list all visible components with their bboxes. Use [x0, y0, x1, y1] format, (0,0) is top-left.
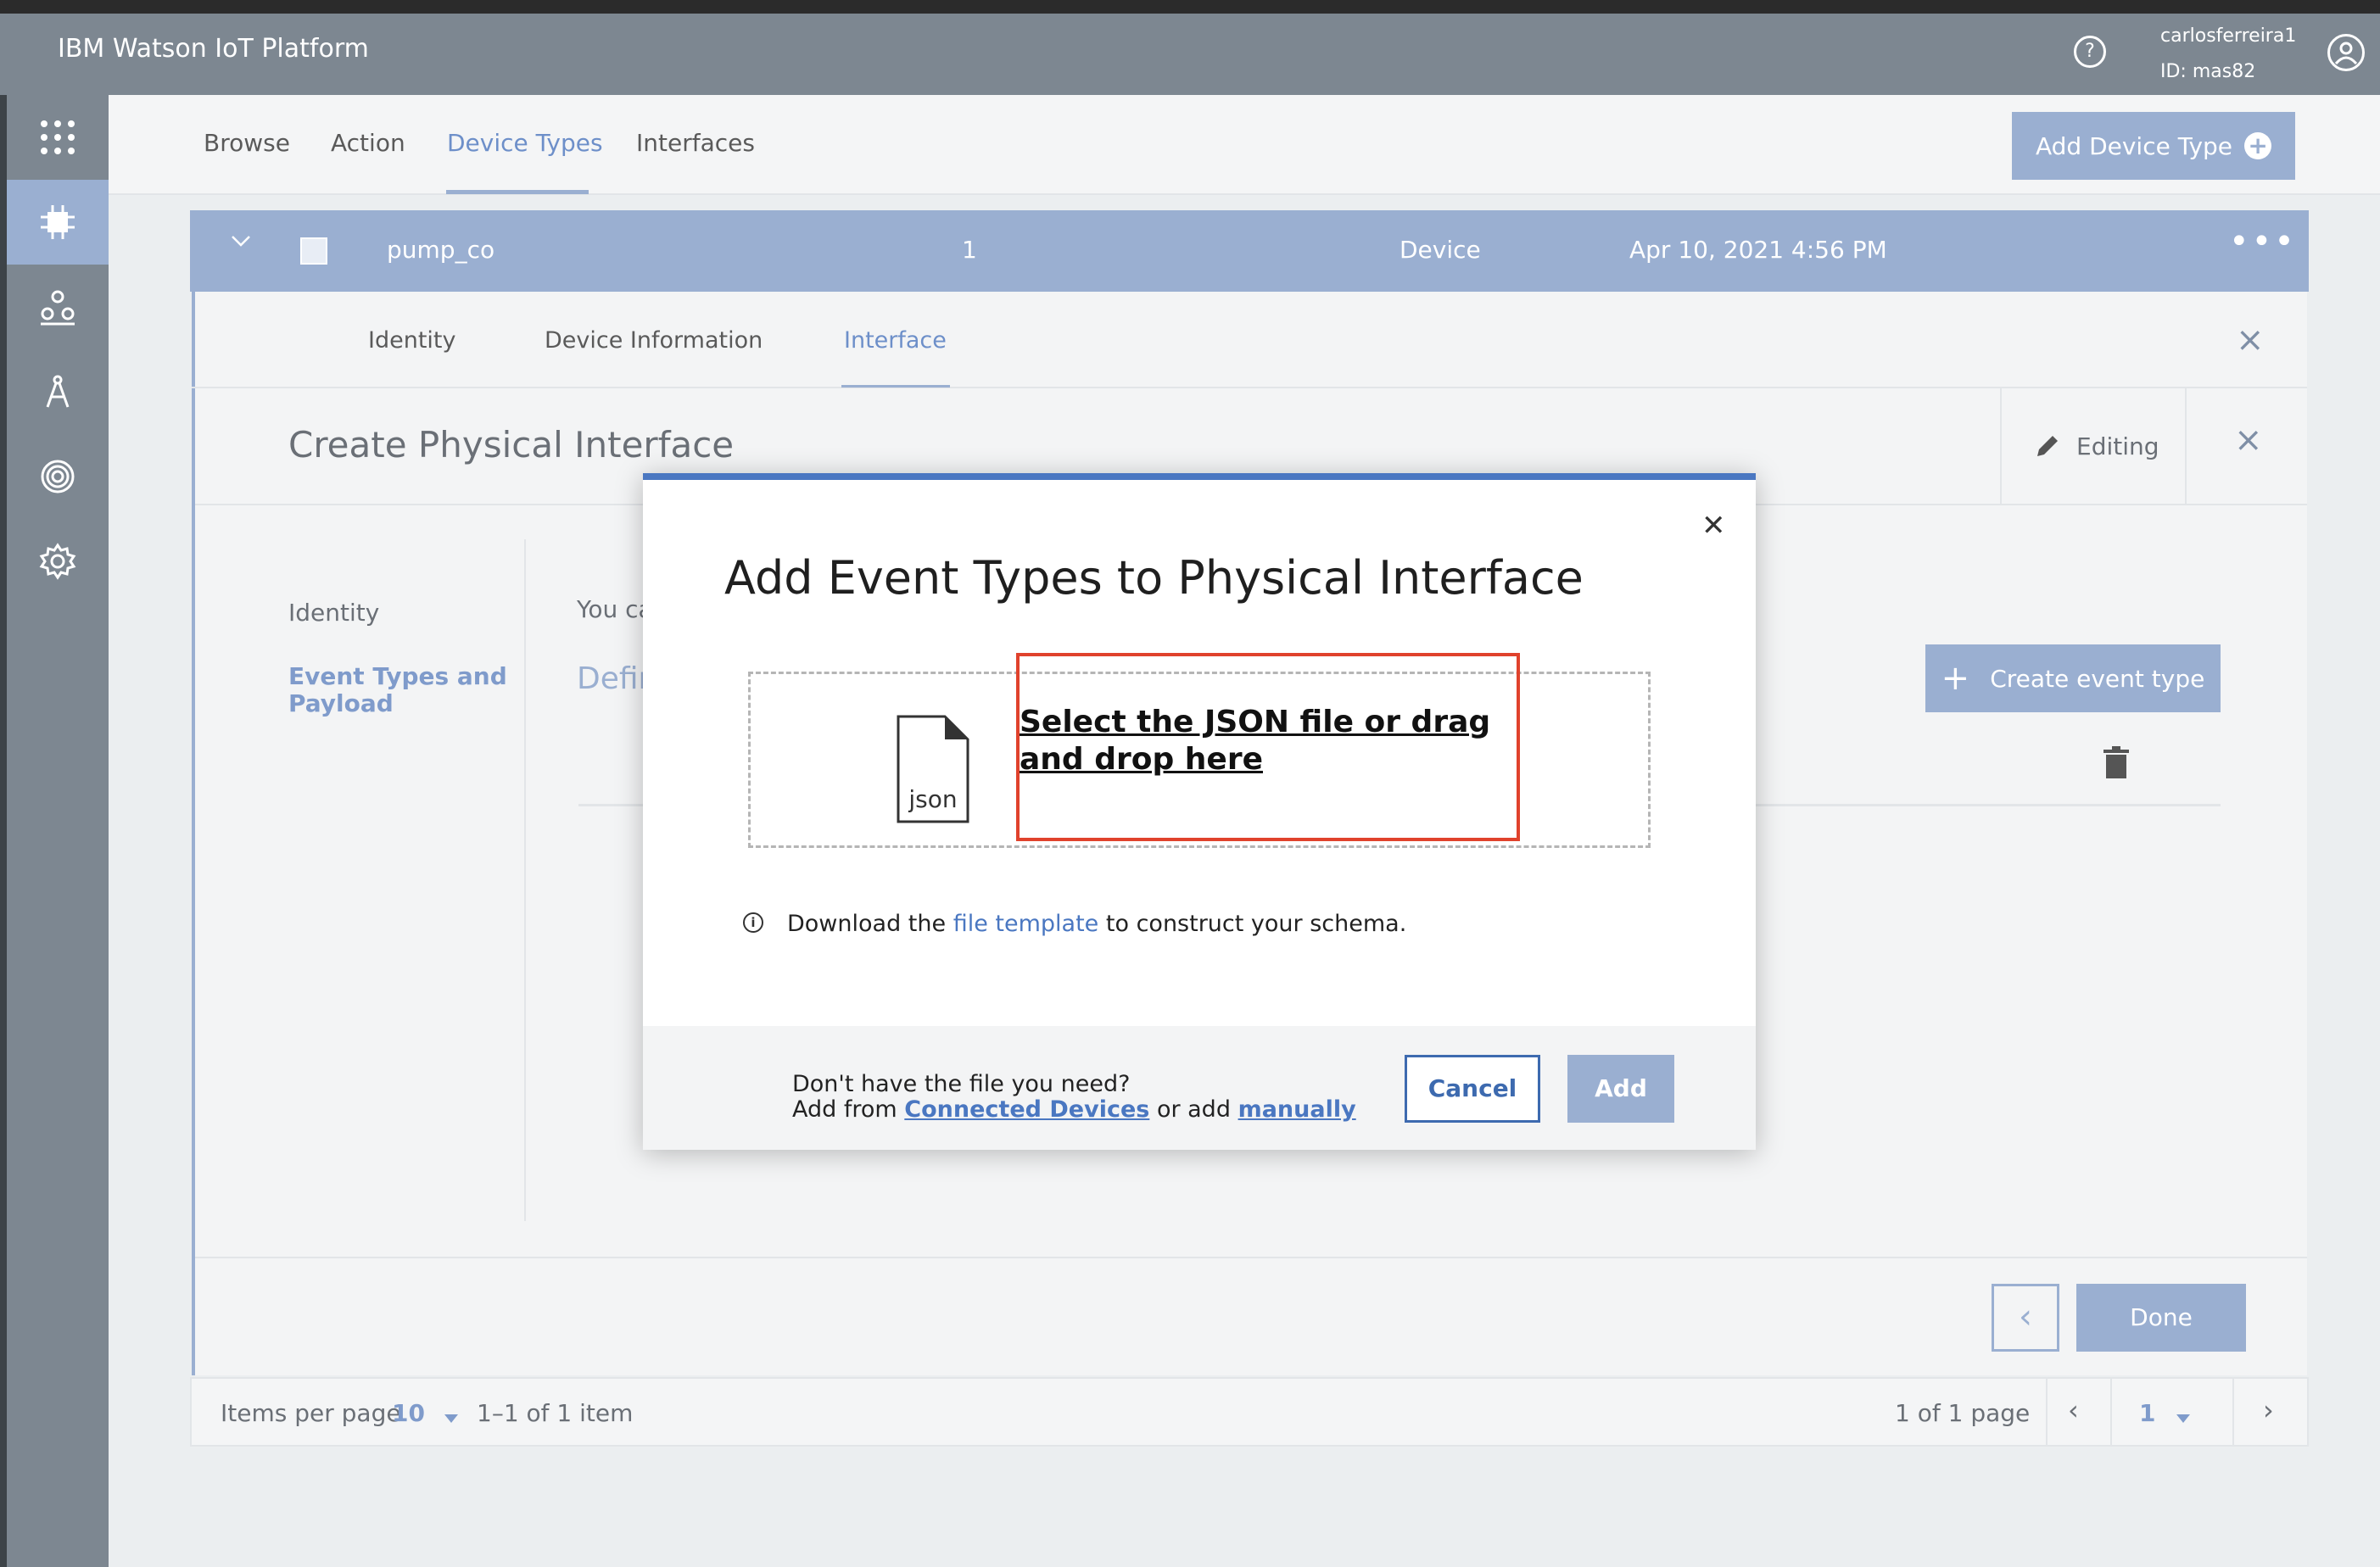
- window-top-strip: [0, 0, 2380, 14]
- done-button[interactable]: Done: [2076, 1284, 2246, 1352]
- manually-link[interactable]: manually: [1238, 1096, 1356, 1123]
- vertical-divider: [524, 539, 526, 1221]
- info-icon: i: [743, 912, 763, 933]
- user-avatar-icon[interactable]: [2327, 34, 2365, 71]
- device-count: 1: [962, 236, 977, 264]
- close-editing-icon[interactable]: ×: [2234, 421, 2263, 460]
- tab-action[interactable]: Action: [331, 129, 405, 157]
- subtab-indicator: [841, 385, 950, 388]
- left-nav-identity[interactable]: Identity: [288, 599, 379, 627]
- app-grid-icon[interactable]: [7, 95, 109, 180]
- device-type-row[interactable]: pump_co 1 Device Apr 10, 2021 4:56 PM ••…: [190, 210, 2309, 292]
- left-nav-event-types[interactable]: Event Types and Payload: [288, 663, 509, 717]
- prev-page-icon[interactable]: ‹: [2068, 1394, 2079, 1426]
- foot-add-from: Add from: [792, 1096, 897, 1123]
- download-template-text: Download the file template to construct …: [787, 911, 1406, 937]
- cancel-button[interactable]: Cancel: [1405, 1055, 1540, 1123]
- editing-label: Editing: [2076, 432, 2159, 460]
- modal-footer-text: Don't have the file you need? Add from C…: [792, 1072, 1356, 1123]
- subtab-device-information[interactable]: Device Information: [545, 327, 763, 354]
- modal-title: Add Event Types to Physical Interface: [724, 551, 1584, 605]
- brand-title[interactable]: IBM Watson IoT Platform: [58, 34, 369, 64]
- create-event-type-label: Create event type: [1990, 664, 2205, 693]
- tab-device-types[interactable]: Device Types: [447, 129, 603, 157]
- back-button[interactable]: ‹: [1992, 1284, 2059, 1352]
- tab-interfaces[interactable]: Interfaces: [636, 129, 755, 157]
- content-heading: Defir: [577, 661, 651, 696]
- json-file-label: json: [908, 785, 957, 813]
- json-file-icon: json: [896, 714, 970, 828]
- devices-chip-icon[interactable]: [7, 180, 109, 265]
- modal-close-icon[interactable]: ✕: [1701, 509, 1726, 543]
- create-interface-title: Create Physical Interface: [288, 424, 735, 466]
- content-intro-text: You ca: [577, 595, 653, 623]
- add-button[interactable]: Add: [1567, 1055, 1674, 1123]
- device-date: Apr 10, 2021 4:56 PM: [1629, 236, 1887, 264]
- active-tab-indicator: [446, 190, 589, 194]
- download-suffix: to construct your schema.: [1105, 911, 1407, 937]
- items-per-page-select[interactable]: 10: [392, 1399, 425, 1427]
- help-icon[interactable]: ?: [2074, 36, 2106, 68]
- page-select[interactable]: 1: [2139, 1399, 2155, 1427]
- items-per-page-label: Items per page: [221, 1399, 401, 1427]
- pagination-bar: Items per page 10 1–1 of 1 item 1 of 1 p…: [190, 1377, 2309, 1447]
- plus-icon: +: [1941, 659, 1970, 698]
- sub-tabs: [192, 292, 2307, 388]
- highlight-box: [1016, 653, 1520, 841]
- user-id: ID: mas82: [2160, 61, 2256, 82]
- page-count: 1 of 1 page: [1895, 1399, 2031, 1427]
- file-template-link[interactable]: file template: [953, 911, 1099, 937]
- chevron-down-icon[interactable]: [443, 1402, 460, 1430]
- subtab-identity[interactable]: Identity: [368, 327, 455, 354]
- connected-devices-link[interactable]: Connected Devices: [904, 1096, 1149, 1123]
- items-range: 1–1 of 1 item: [477, 1399, 634, 1427]
- row-checkbox[interactable]: [300, 237, 327, 265]
- user-name: carlosferreira1: [2160, 25, 2297, 47]
- chevron-down-icon[interactable]: [229, 227, 253, 259]
- chevron-down-icon[interactable]: [2175, 1402, 2192, 1430]
- pencil-icon: [2034, 431, 2063, 463]
- next-page-icon[interactable]: ›: [2263, 1394, 2274, 1426]
- apps-compass-icon[interactable]: [7, 349, 109, 434]
- trash-icon[interactable]: [2102, 746, 2131, 788]
- subtab-interface[interactable]: Interface: [844, 327, 947, 354]
- device-class: Device: [1400, 236, 1481, 264]
- foot-line1: Don't have the file you need?: [792, 1071, 1131, 1097]
- close-panel-icon[interactable]: ×: [2236, 321, 2265, 360]
- foot-or-add: or add: [1156, 1096, 1231, 1123]
- plus-circle-icon: +: [2244, 132, 2272, 159]
- tab-browse[interactable]: Browse: [204, 129, 290, 157]
- add-device-type-label: Add Device Type: [2035, 131, 2233, 160]
- download-prefix: Download the: [787, 911, 947, 937]
- settings-gear-icon[interactable]: [7, 519, 109, 604]
- security-fingerprint-icon[interactable]: [7, 434, 109, 519]
- device-type-name: pump_co: [387, 236, 495, 264]
- members-icon[interactable]: [7, 265, 109, 349]
- overflow-menu-icon[interactable]: •••: [2229, 222, 2297, 261]
- create-event-type-button[interactable]: + Create event type: [1925, 644, 2221, 712]
- panel-footer-divider: [195, 1257, 2307, 1258]
- add-device-type-button[interactable]: Add Device Type +: [2012, 112, 2295, 180]
